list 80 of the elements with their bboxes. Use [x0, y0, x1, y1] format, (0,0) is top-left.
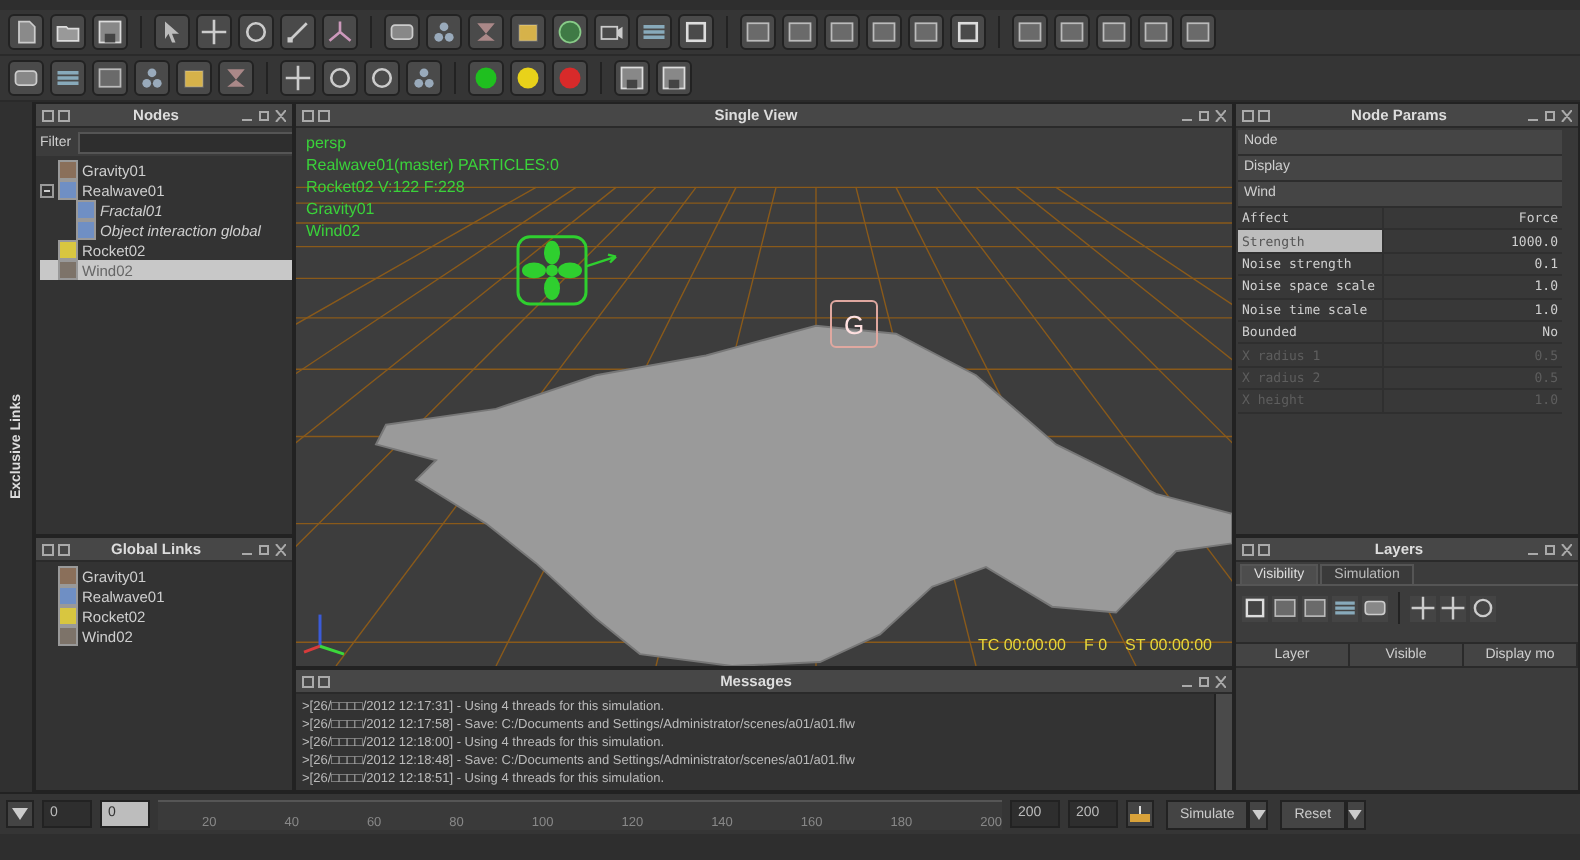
go-light-icon[interactable] [468, 60, 504, 96]
new-file-icon[interactable] [8, 14, 44, 50]
window-controls-icon[interactable] [1182, 109, 1226, 121]
viewport-info-text: Realwave01(master) PARTICLES:0 [306, 154, 559, 176]
timecode-text: TC 00:00:00 [977, 636, 1066, 654]
layer-tool-icon[interactable] [1410, 595, 1436, 621]
box-outline-icon[interactable] [678, 14, 714, 50]
axis-gizmo-icon [303, 614, 345, 656]
camera-icon[interactable] [594, 14, 630, 50]
pin-icon[interactable] [302, 675, 330, 687]
node-icon [58, 240, 78, 260]
layer-tool-icon[interactable] [1242, 595, 1268, 621]
funnel-icon[interactable] [468, 14, 504, 50]
layer-tool-icon[interactable] [1362, 595, 1388, 621]
window-icon[interactable] [908, 14, 944, 50]
pin-icon[interactable] [1242, 543, 1270, 555]
viewport-info-text: persp [306, 132, 349, 154]
node-icon [58, 180, 78, 200]
node-icon [58, 606, 78, 626]
viewport-info-text: Gravity01 [306, 198, 377, 220]
layer-tool-icon[interactable] [1470, 595, 1496, 621]
layer-tool-icon[interactable] [1440, 595, 1466, 621]
rotate-icon[interactable] [238, 14, 274, 50]
hourglass-icon[interactable] [218, 60, 254, 96]
layer-tool-icon[interactable] [1302, 595, 1328, 621]
axes-icon[interactable] [322, 14, 358, 50]
window-controls-icon[interactable] [1528, 543, 1572, 555]
window-icon[interactable] [824, 14, 860, 50]
pin-icon[interactable] [302, 109, 330, 121]
viewport-info-text: Wind02 [306, 220, 363, 242]
node-icon [58, 586, 78, 606]
viewport-info-text: Rocket02 V:122 F:228 [306, 176, 467, 198]
timecode-text: F 0 [1083, 636, 1108, 654]
fan-icon [516, 235, 618, 306]
window-icon[interactable] [740, 14, 776, 50]
window-icon[interactable] [1012, 14, 1048, 50]
node-icon [58, 160, 78, 180]
node-icon [58, 260, 78, 280]
pin-icon[interactable] [42, 543, 70, 555]
layers-icon[interactable] [636, 14, 672, 50]
gravity-emitter-icon: G [830, 300, 878, 348]
save-icon[interactable] [92, 14, 128, 50]
box-outline-icon[interactable] [950, 14, 986, 50]
circles-icon[interactable] [426, 14, 462, 50]
panel-icon[interactable] [92, 60, 128, 96]
window-controls-icon[interactable] [1528, 109, 1572, 121]
node-icon [76, 220, 96, 240]
pin-icon[interactable] [1242, 109, 1270, 121]
scale-icon[interactable] [280, 14, 316, 50]
window-icon[interactable] [1180, 14, 1216, 50]
pause-light-icon[interactable] [510, 60, 546, 96]
key-icon[interactable] [1126, 800, 1154, 828]
scrollbar[interactable] [1214, 694, 1232, 790]
dropdown-icon[interactable] [6, 800, 34, 828]
node-icon [76, 200, 96, 220]
node-icon [58, 566, 78, 586]
open-folder-icon[interactable] [50, 14, 86, 50]
window-icon[interactable] [1054, 14, 1090, 50]
layer-tool-icon[interactable] [1272, 595, 1298, 621]
window-icon[interactable] [1096, 14, 1132, 50]
save-icon[interactable] [656, 60, 692, 96]
save-icon[interactable] [614, 60, 650, 96]
node-icon [58, 626, 78, 646]
move-icon[interactable] [196, 14, 232, 50]
timecode-text: ST 00:00:00 [1125, 636, 1212, 654]
pointer-icon[interactable] [154, 14, 190, 50]
pin-icon[interactable] [42, 109, 70, 121]
window-icon[interactable] [1138, 14, 1174, 50]
cube-icon[interactable] [510, 14, 546, 50]
collapse-icon[interactable] [40, 183, 54, 197]
sphere-icon[interactable] [552, 14, 588, 50]
window-controls-icon[interactable] [242, 543, 286, 555]
window-icon[interactable] [866, 14, 902, 50]
dropdown-icon[interactable] [1345, 799, 1366, 829]
window-controls-icon[interactable] [1182, 675, 1226, 687]
stack-icon[interactable] [384, 14, 420, 50]
window-icon[interactable] [782, 14, 818, 50]
layer-tool-icon[interactable] [1332, 595, 1358, 621]
dropdown-icon[interactable] [1248, 799, 1269, 829]
window-controls-icon[interactable] [242, 109, 286, 121]
